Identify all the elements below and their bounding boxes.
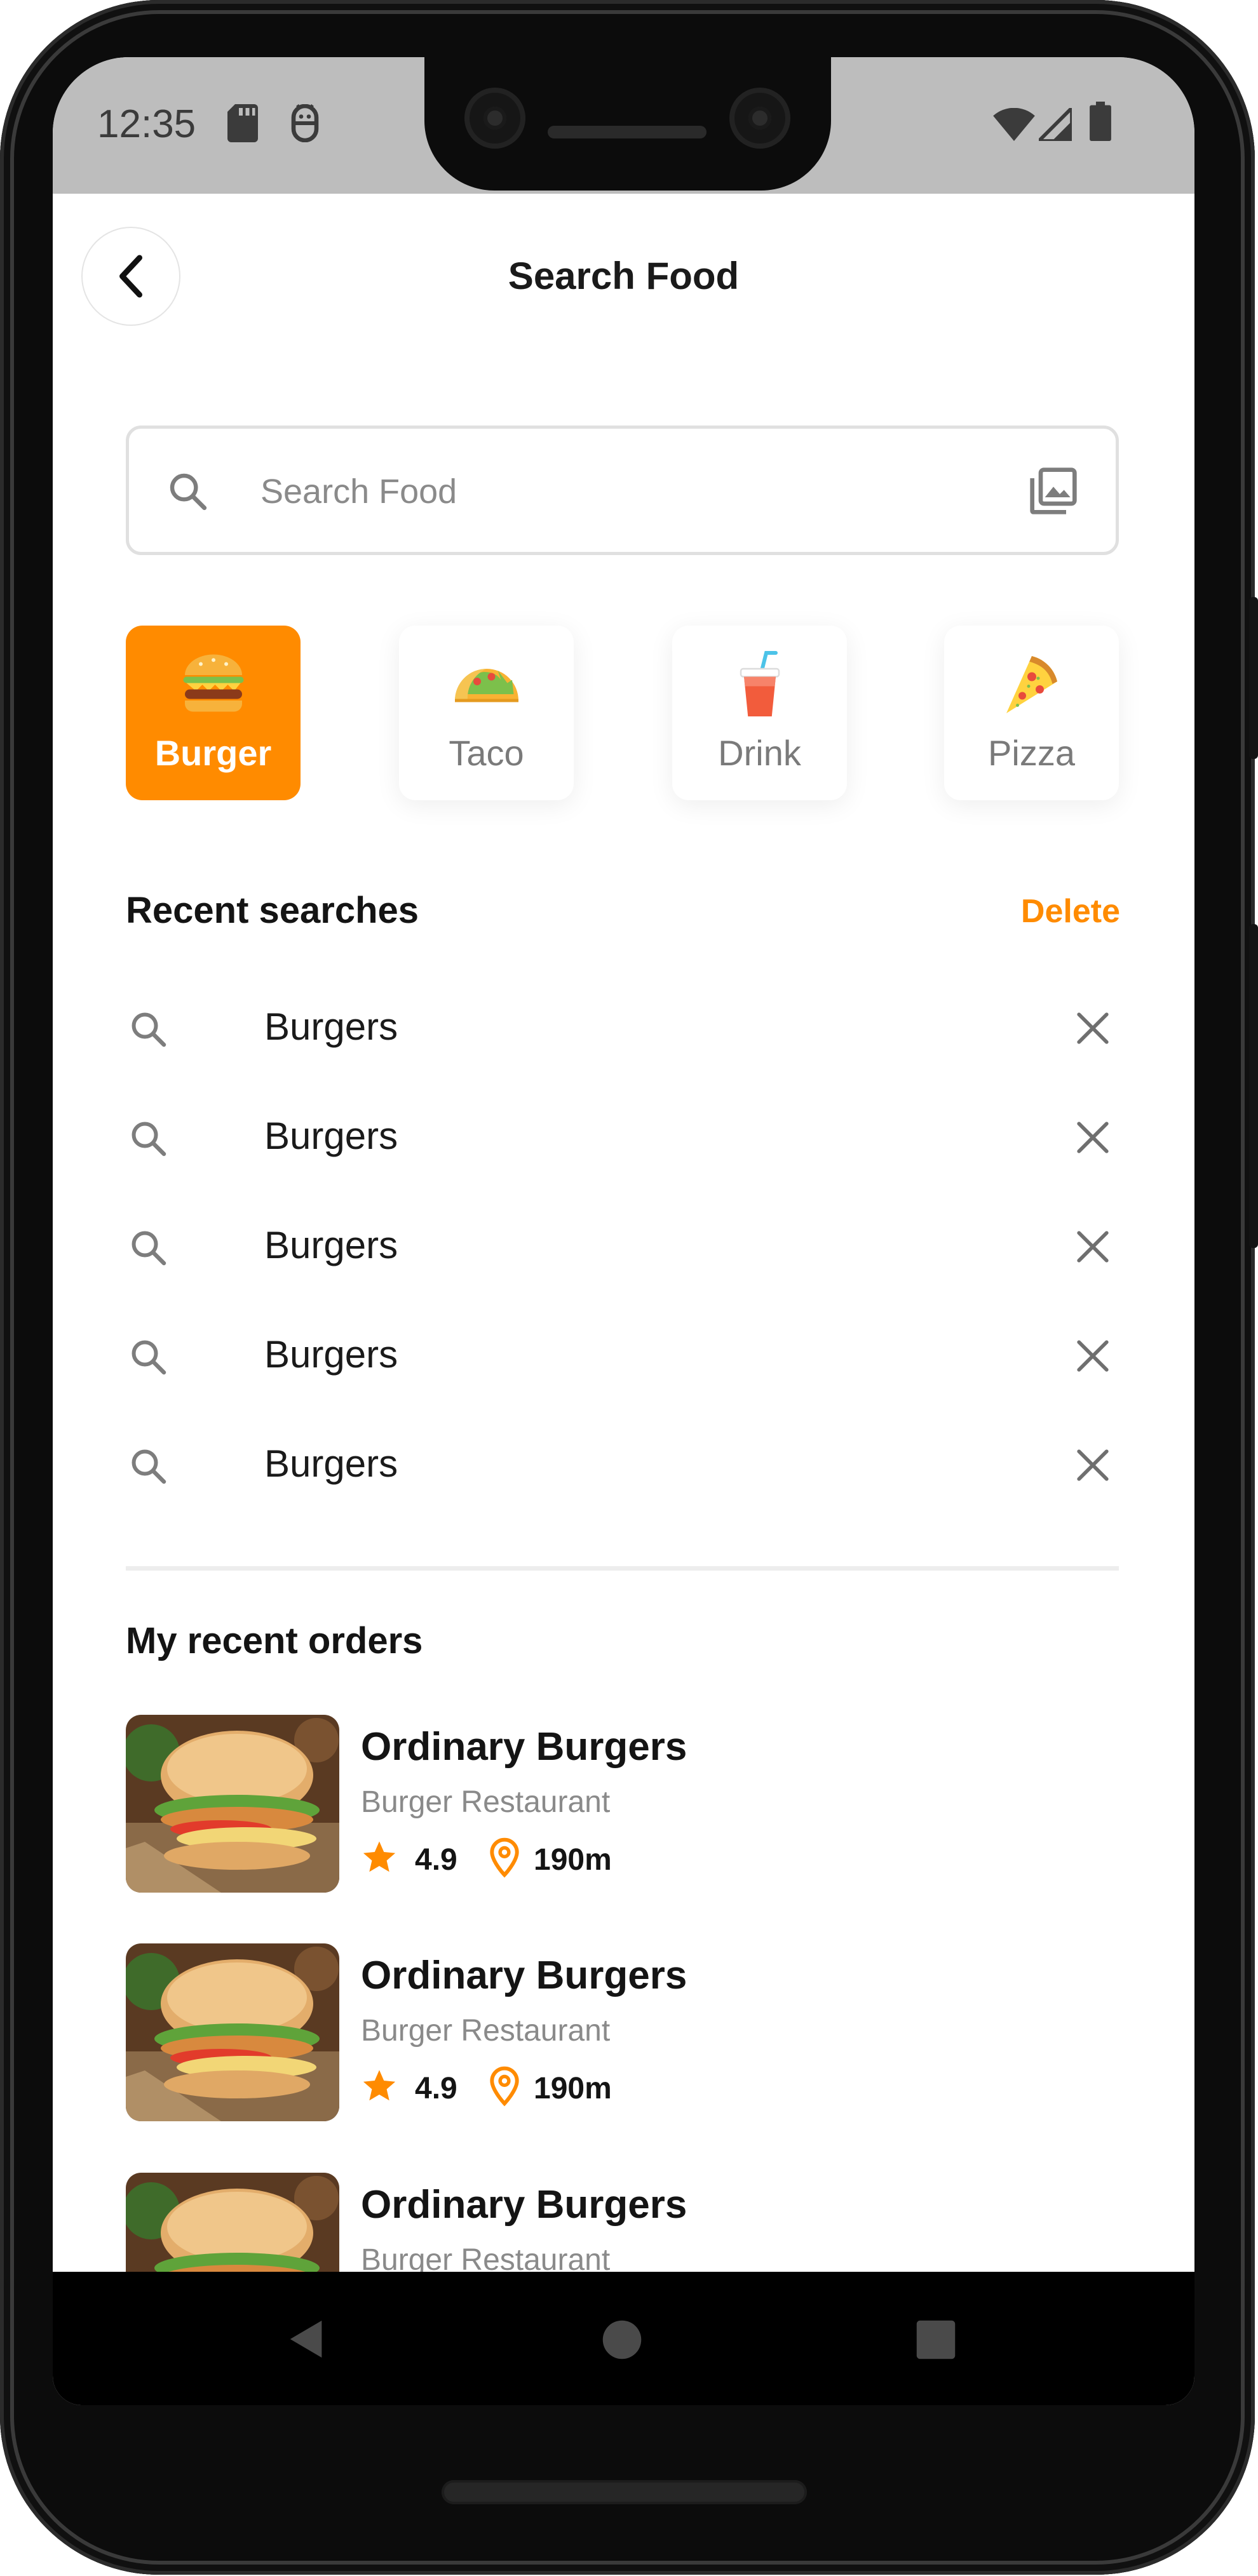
section-divider — [126, 1566, 1119, 1571]
search-icon — [129, 1338, 167, 1379]
recent-search-text: Burgers — [264, 1333, 398, 1376]
android-debug-icon — [288, 104, 322, 145]
category-label: Taco — [449, 733, 524, 773]
pizza-icon — [944, 650, 1119, 720]
recent-searches-title: Recent searches — [126, 890, 419, 931]
earpiece-speaker — [548, 126, 707, 138]
search-box[interactable] — [126, 426, 1119, 555]
recent-search-text: Burgers — [264, 1442, 398, 1485]
order-distance: 190m — [534, 2072, 612, 2105]
search-icon — [129, 1010, 167, 1051]
image-search-icon[interactable] — [1028, 466, 1079, 520]
taco-icon — [399, 650, 574, 720]
star-icon — [361, 2067, 398, 2112]
order-name: Ordinary Burgers — [361, 1725, 687, 1769]
category-label: Pizza — [988, 733, 1075, 773]
page-title: Search Food — [508, 255, 740, 297]
location-pin-icon — [488, 2066, 521, 2114]
recent-search-text: Burgers — [264, 1115, 398, 1157]
bottom-speaker-grille — [442, 2480, 807, 2504]
status-bar: 12:35 — [53, 57, 1194, 194]
drink-icon — [672, 650, 847, 720]
recent-search-item[interactable]: Burgers — [126, 1100, 1119, 1176]
order-distance: 190m — [534, 1843, 612, 1877]
wifi-icon — [993, 107, 1035, 144]
burger-photo — [126, 1715, 339, 1893]
recent-search-text: Burgers — [264, 1005, 398, 1048]
recent-search-item[interactable]: Burgers — [126, 991, 1119, 1067]
order-card[interactable]: Ordinary Burgers Burger Restaurant 4.9 1… — [126, 1943, 1119, 2124]
system-nav-bar — [53, 2272, 1194, 2405]
nav-home-icon[interactable] — [601, 2319, 643, 2364]
recent-search-item[interactable]: Burgers — [126, 1209, 1119, 1285]
app-header: Search Food — [53, 194, 1194, 340]
recent-orders-title: My recent orders — [126, 1620, 423, 1661]
front-camera — [464, 88, 525, 149]
order-name: Ordinary Burgers — [361, 1954, 687, 1997]
recent-search-text: Burgers — [264, 1224, 398, 1266]
nav-back-icon[interactable] — [285, 2316, 329, 2365]
recent-search-item[interactable]: Burgers — [126, 1318, 1119, 1395]
burger-icon — [126, 650, 301, 720]
remove-search-icon[interactable] — [1074, 1228, 1111, 1268]
order-rating: 4.9 — [415, 1843, 457, 1877]
category-label: Drink — [718, 733, 801, 773]
status-time: 12:35 — [97, 102, 196, 146]
search-icon — [129, 1228, 167, 1270]
order-name: Ordinary Burgers — [361, 2183, 687, 2227]
search-icon — [167, 471, 208, 514]
remove-search-icon[interactable] — [1074, 1010, 1111, 1050]
burger-photo — [126, 1943, 339, 2121]
screen: 12:35 Search Food Search Food Burger Tac… — [53, 57, 1194, 2405]
order-rating: 4.9 — [415, 2072, 457, 2105]
remove-search-icon[interactable] — [1074, 1119, 1111, 1159]
remove-search-icon[interactable] — [1074, 1338, 1111, 1378]
battery-icon — [1090, 102, 1111, 144]
order-category: Burger Restaurant — [361, 2014, 611, 2048]
sd-card-icon — [227, 104, 262, 145]
search-input[interactable] — [259, 464, 992, 520]
camera-notch — [424, 57, 831, 191]
category-pizza[interactable]: Pizza — [944, 626, 1119, 800]
front-camera-2 — [729, 88, 790, 149]
category-label: Burger — [154, 733, 272, 773]
phone-frame: 12:35 Search Food Search Food Burger Tac… — [0, 0, 1258, 2575]
signal-icon — [1034, 104, 1074, 144]
category-list: Burger Taco Drink Pizza — [126, 626, 1119, 800]
category-burger[interactable]: Burger — [126, 626, 301, 800]
star-icon — [361, 1839, 398, 1883]
nav-recents-icon[interactable] — [915, 2319, 957, 2364]
search-icon — [129, 1447, 167, 1488]
search-icon — [129, 1119, 167, 1160]
order-category: Burger Restaurant — [361, 1785, 611, 1819]
delete-recent-button[interactable]: Delete — [1021, 892, 1120, 930]
order-card[interactable]: Ordinary Burgers Burger Restaurant 4.9 1… — [126, 1715, 1119, 1896]
recent-search-item[interactable]: Burgers — [126, 1428, 1119, 1504]
volume-button — [1249, 924, 1258, 1248]
category-taco[interactable]: Taco — [399, 626, 574, 800]
category-drink[interactable]: Drink — [672, 626, 847, 800]
location-pin-icon — [488, 1837, 521, 1886]
remove-search-icon[interactable] — [1074, 1447, 1111, 1487]
power-button — [1249, 597, 1258, 759]
